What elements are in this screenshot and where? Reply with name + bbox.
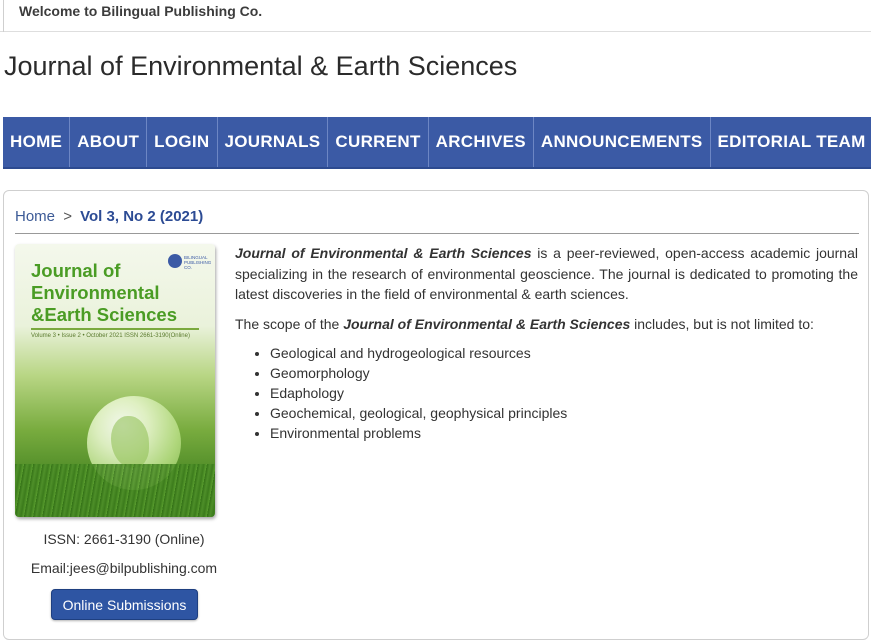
breadcrumb-home-link[interactable]: Home <box>15 208 55 225</box>
cover-meta: Volume 3 • Issue 2 • October 2021 ISSN 2… <box>31 333 190 339</box>
nav-login[interactable]: LOGIN <box>147 117 218 167</box>
email-text[interactable]: Email:jees@bilpublishing.com <box>4 560 244 576</box>
nav-about[interactable]: ABOUT <box>70 117 148 167</box>
scope-prefix: The scope of the <box>235 315 344 332</box>
nav-current[interactable]: CURRENT <box>328 117 429 167</box>
scope-journal-name: Journal of Environmental & Earth Science… <box>343 315 631 332</box>
top-bar-divider <box>3 0 4 32</box>
top-bar: Welcome to Bilingual Publishing Co. <box>0 0 871 32</box>
list-item: Edaphology <box>270 383 858 403</box>
scope-paragraph: The scope of the Journal of Environmenta… <box>235 314 858 335</box>
cover-divider <box>31 328 199 330</box>
journal-description: Journal of Environmental & Earth Science… <box>235 243 858 443</box>
site-title[interactable]: Journal of Environmental & Earth Science… <box>4 51 517 82</box>
nav-editorial-team[interactable]: EDITORIAL TEAM <box>711 117 871 167</box>
journal-cover-image[interactable]: BILINGUAL PUBLISHING CO. Journal of Envi… <box>15 244 215 517</box>
nav-archives[interactable]: ARCHIVES <box>429 117 534 167</box>
intro-paragraph: Journal of Environmental & Earth Science… <box>235 243 858 305</box>
nav-announcements[interactable]: ANNOUNCEMENTS <box>534 117 711 167</box>
list-item: Environmental problems <box>270 423 858 443</box>
content-panel: Home > Vol 3, No 2 (2021) BILINGUAL PUBL… <box>3 190 869 640</box>
grass-illustration <box>15 464 215 517</box>
welcome-text: Welcome to Bilingual Publishing Co. <box>19 3 263 19</box>
nav-home[interactable]: HOME <box>3 117 71 167</box>
cover-title: Journal of Environmental &Earth Sciences <box>31 260 178 325</box>
nav-journals[interactable]: JOURNALS <box>218 117 329 167</box>
list-item: Geomorphology <box>270 363 858 383</box>
breadcrumb: Home > Vol 3, No 2 (2021) <box>15 208 859 234</box>
issn-text: ISSN: 2661-3190 (Online) <box>43 531 205 547</box>
scope-list: Geological and hydrogeological resources… <box>235 343 858 443</box>
list-item: Geochemical, geological, geophysical pri… <box>270 403 858 423</box>
list-item: Geological and hydrogeological resources <box>270 343 858 363</box>
main-nav: HOME ABOUT LOGIN JOURNALS CURRENT ARCHIV… <box>3 117 871 169</box>
breadcrumb-current-issue[interactable]: Vol 3, No 2 (2021) <box>80 208 203 225</box>
scope-suffix: includes, but is not limited to: <box>630 315 814 332</box>
breadcrumb-separator: > <box>63 208 72 225</box>
intro-journal-name: Journal of Environmental & Earth Science… <box>235 245 532 261</box>
online-submissions-button[interactable]: Online Submissions <box>51 589 198 620</box>
